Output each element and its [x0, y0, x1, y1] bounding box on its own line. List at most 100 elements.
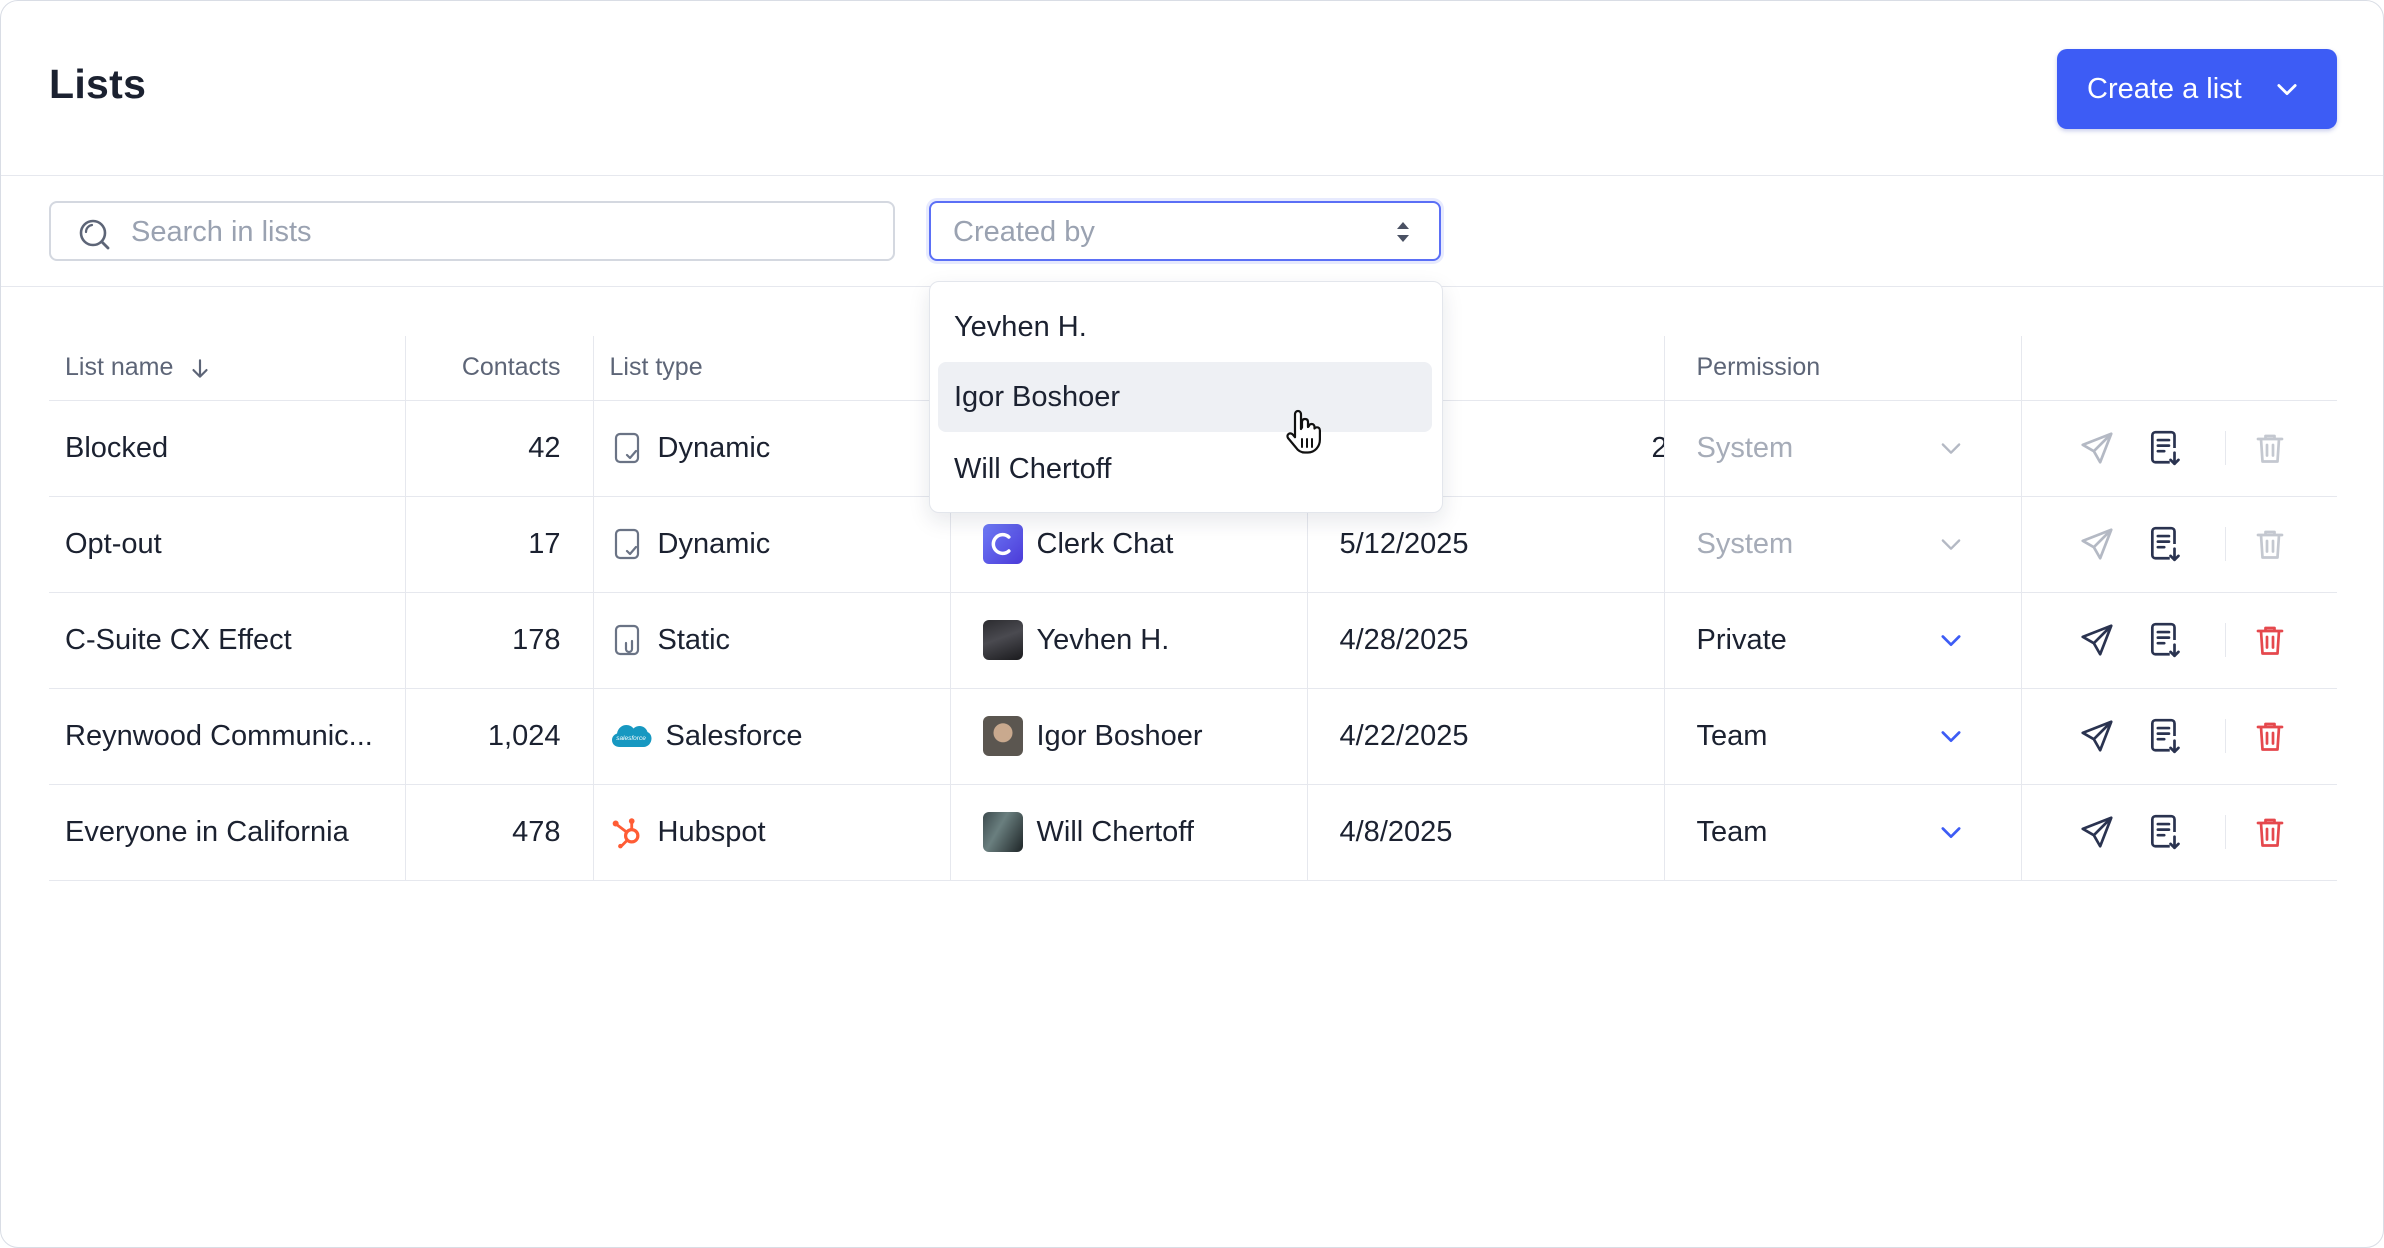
col-header-list-type[interactable]: List type — [593, 336, 951, 401]
divider — [2224, 527, 2227, 561]
list-name-cell[interactable]: C-Suite CX Effect — [49, 592, 406, 689]
table-row[interactable]: Reynwood Communic... 1,024 salesforce Sa… — [49, 688, 2337, 785]
hubspot-icon — [610, 815, 644, 849]
header-label: List name — [65, 353, 174, 382]
salesforce-icon: salesforce — [610, 719, 652, 753]
created-by-select[interactable]: Created by — [929, 201, 1441, 261]
page-title: Lists — [49, 61, 147, 107]
trash-icon — [2252, 424, 2321, 472]
create-list-button[interactable]: Create a list — [2057, 49, 2337, 129]
list-type-label: Dynamic — [657, 527, 771, 560]
option-label: Will Chertoff — [954, 452, 1112, 485]
chevron-down-icon[interactable] — [1937, 818, 1965, 846]
actions-cell — [2021, 592, 2337, 689]
chevron-down-icon[interactable] — [1937, 626, 1965, 654]
actions-cell — [2021, 688, 2337, 785]
dynamic-list-icon — [610, 527, 644, 561]
export-icon[interactable] — [2146, 808, 2215, 856]
send-icon[interactable] — [2078, 808, 2147, 856]
search-input[interactable] — [129, 203, 873, 261]
search-icon — [79, 219, 110, 250]
dropdown-option-hovered[interactable]: Igor Boshoer — [938, 362, 1432, 432]
filter-bar: Created by — [1, 176, 2383, 287]
divider — [2224, 431, 2227, 465]
creator-name: Yevhen H. — [1036, 623, 1170, 656]
permission-cell[interactable]: Private — [1664, 592, 2022, 689]
actions-cell — [2021, 496, 2337, 593]
send-icon — [2078, 520, 2147, 568]
permission-cell[interactable]: Team — [1664, 688, 2022, 785]
option-label: Yevhen H. — [954, 310, 1087, 343]
date-cell: 4/22/2025 — [1307, 688, 1665, 785]
divider — [2224, 815, 2227, 849]
contacts-cell: 42 — [405, 400, 594, 497]
list-type-label: Dynamic — [657, 431, 771, 464]
permission-label: System — [1696, 527, 1794, 560]
trash-icon[interactable] — [2252, 616, 2321, 664]
creator-name: Will Chertoff — [1036, 815, 1194, 848]
trash-icon[interactable] — [2252, 712, 2321, 760]
dropdown-option[interactable]: Will Chertoff — [938, 434, 1432, 504]
avatar — [982, 716, 1023, 756]
export-icon[interactable] — [2146, 424, 2215, 472]
list-type-label: Static — [657, 623, 731, 656]
list-type-label: Hubspot — [657, 815, 766, 848]
export-icon[interactable] — [2146, 616, 2215, 664]
send-icon[interactable] — [2078, 712, 2147, 760]
page-header: Lists Create a list — [1, 1, 2383, 176]
list-type-label: Salesforce — [665, 719, 803, 752]
permission-label: Team — [1696, 719, 1768, 752]
table-row[interactable]: C-Suite CX Effect 178 Static Yevhen H. 4… — [49, 592, 2337, 689]
list-name-cell[interactable]: Reynwood Communic... — [49, 688, 406, 785]
contacts-cell: 178 — [405, 592, 594, 689]
search-box[interactable] — [49, 201, 895, 261]
permission-cell[interactable]: Team — [1664, 784, 2022, 881]
table-row[interactable]: Everyone in California 478 Hubspot Will … — [49, 784, 2337, 881]
chevron-down-icon — [1941, 443, 1960, 454]
avatar — [982, 812, 1023, 852]
export-icon[interactable] — [2146, 520, 2215, 568]
chevron-down-icon — [1941, 539, 1960, 550]
create-list-label: Create a list — [2087, 72, 2242, 105]
list-name-cell[interactable]: Opt-out — [49, 496, 406, 593]
col-header-actions — [2021, 336, 2337, 401]
list-name-cell[interactable]: Everyone in California — [49, 784, 406, 881]
chevron-down-icon[interactable] — [1937, 722, 1965, 750]
permission-cell: System — [1664, 496, 2022, 593]
contacts-cell: 478 — [405, 784, 594, 881]
col-header-permission[interactable]: Permission — [1664, 336, 2022, 401]
salesforce-logo-text: salesforce — [616, 735, 646, 742]
date-label: 25 — [1652, 432, 1664, 464]
chevron-down-icon — [2277, 84, 2297, 96]
list-name-cell[interactable]: Blocked — [49, 400, 406, 497]
date-label: 4/22/2025 — [1339, 719, 1469, 752]
permission-label: System — [1696, 431, 1794, 464]
col-header-list-name[interactable]: List name — [49, 336, 406, 401]
avatar — [982, 620, 1023, 660]
send-icon[interactable] — [2078, 616, 2147, 664]
static-list-icon — [610, 623, 644, 657]
col-header-contacts[interactable]: Contacts — [405, 336, 594, 401]
date-label: 5/12/2025 — [1339, 527, 1469, 560]
trash-icon — [2252, 520, 2321, 568]
permission-label: Team — [1696, 815, 1768, 848]
permission-cell: System — [1664, 400, 2022, 497]
actions-cell — [2021, 400, 2337, 497]
created-by-dropdown: Yevhen H. Igor Boshoer Will Chertoff — [929, 281, 1443, 513]
creator-name: Igor Boshoer — [1036, 719, 1203, 752]
divider — [2224, 623, 2227, 657]
export-icon[interactable] — [2146, 712, 2215, 760]
dropdown-option[interactable]: Yevhen H. — [938, 292, 1432, 362]
list-type-cell: Static — [593, 592, 951, 689]
trash-icon[interactable] — [2252, 808, 2321, 856]
contacts-cell: 1,024 — [405, 688, 594, 785]
created-by-cell: Yevhen H. — [950, 592, 1308, 689]
arrow-down-icon[interactable] — [187, 356, 213, 382]
lists-panel: Lists Create a list Created by Yevhen H.… — [0, 0, 2384, 1248]
list-type-cell: Dynamic — [593, 400, 951, 497]
creator-name: Clerk Chat — [1036, 527, 1174, 560]
clerk-chat-logo-icon — [982, 524, 1023, 564]
created-by-placeholder: Created by — [953, 216, 1095, 248]
date-cell: 4/28/2025 — [1307, 592, 1665, 689]
date-label: 4/8/2025 — [1339, 815, 1453, 848]
